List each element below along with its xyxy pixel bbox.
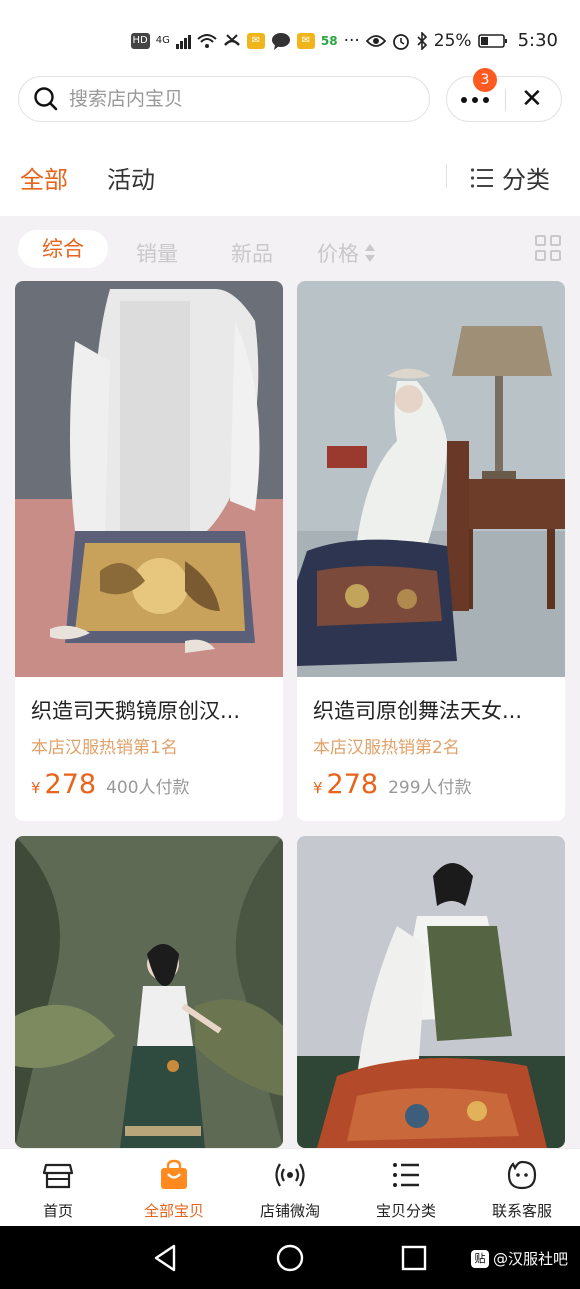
product-title[interactable]: 织造司天鹅镜原创汉... [31, 695, 271, 725]
top-tabs: 全部 活动 分类 [0, 130, 580, 216]
sort-arrows-icon [365, 244, 375, 262]
nav-customer-service-label: 联系客服 [491, 1202, 552, 1220]
search-icon [34, 87, 58, 111]
product-image[interactable] [15, 281, 283, 677]
watermark: 贴 @汉服社吧 [471, 1248, 568, 1269]
status-icons: HD 4G ✉ ✉ 58 ··· 25% 5:30 [130, 30, 558, 51]
nav-all-items[interactable]: 全部宝贝 [116, 1149, 232, 1227]
nav-home-label: 首页 [42, 1202, 73, 1220]
network-type: 4G [155, 35, 170, 46]
sort-filter-bar: 综合 销量 新品 价格 [0, 216, 580, 280]
nav-customer-service[interactable]: 联系客服 [464, 1149, 580, 1227]
grid-view-icon[interactable] [535, 235, 561, 261]
product-card[interactable]: 织造司原创舞法天女... 本店汉服热销第2名 ¥ 278 299人付款 [297, 281, 565, 821]
sort-price-label: 价格 [317, 242, 359, 266]
product-paid-count: 299人付款 [388, 778, 472, 798]
tab-all[interactable]: 全部 [20, 160, 68, 195]
eye-icon [365, 34, 386, 47]
status-bar: HD 4G ✉ ✉ 58 ··· 25% 5:30 [0, 0, 580, 68]
battery-icon [477, 33, 507, 48]
nav-store-feed-label: 店铺微淘 [259, 1202, 320, 1220]
product-price-row: ¥ 278 299人付款 [313, 769, 472, 800]
system-nav-bar: 贴 @汉服社吧 [0, 1226, 580, 1289]
search-input[interactable] [69, 88, 399, 110]
close-icon[interactable]: ✕ [521, 84, 543, 114]
ellipsis-icon: ··· [343, 30, 360, 51]
product-image[interactable] [297, 836, 565, 1148]
product-rank: 本店汉服热销第1名 [31, 738, 178, 758]
sort-overall[interactable]: 综合 [18, 230, 108, 268]
app-badge-58: 58 [320, 33, 338, 48]
wifi-icon [197, 33, 217, 48]
back-icon[interactable] [150, 1242, 182, 1274]
broadcast-icon [275, 1163, 305, 1187]
tab-divider [446, 164, 447, 188]
shopping-bag-icon [161, 1159, 187, 1189]
alarm-icon [392, 33, 409, 50]
nav-categories-label: 宝贝分类 [375, 1202, 436, 1220]
sort-price[interactable]: 价格 [317, 238, 376, 268]
product-price: 278 [44, 769, 97, 800]
tab-activity[interactable]: 活动 [107, 160, 155, 195]
product-rank: 本店汉服热销第2名 [313, 738, 460, 758]
clock: 5:30 [517, 30, 558, 51]
chat-icon [271, 32, 290, 50]
battery-percent: 25% [433, 30, 472, 51]
mail-icon: ✉ [246, 32, 265, 49]
search-box[interactable] [18, 76, 430, 122]
home-icon[interactable] [274, 1242, 306, 1274]
product-image[interactable] [15, 836, 283, 1148]
watermark-text: @汉服社吧 [493, 1250, 569, 1268]
list-icon [470, 167, 493, 188]
category-button[interactable]: 分类 [470, 160, 550, 195]
search-header: 3 ✕ [0, 68, 580, 130]
nav-categories[interactable]: 宝贝分类 [348, 1149, 464, 1227]
currency-symbol: ¥ [31, 779, 41, 797]
nav-home[interactable]: 首页 [0, 1149, 116, 1227]
mini-program-capsule: 3 ✕ [446, 68, 562, 122]
product-image[interactable] [297, 281, 565, 677]
list-icon [393, 1163, 419, 1187]
currency-symbol: ¥ [313, 779, 323, 797]
capsule-divider [505, 89, 506, 111]
product-title[interactable]: 织造司原创舞法天女... [313, 695, 553, 725]
sort-sales[interactable]: 销量 [136, 238, 178, 268]
product-price: 278 [326, 769, 379, 800]
category-label: 分类 [502, 166, 550, 194]
bluetooth-icon [417, 31, 427, 50]
shop-icon [42, 1163, 74, 1189]
product-card[interactable] [15, 836, 283, 1148]
notification-badge: 3 [473, 68, 497, 92]
mail-icon: ✉ [296, 32, 315, 49]
product-card[interactable] [297, 836, 565, 1148]
hd-icon: HD [130, 32, 150, 49]
tieba-logo-icon: 贴 [471, 1249, 489, 1268]
product-price-row: ¥ 278 400人付款 [31, 769, 190, 800]
product-card[interactable]: 织造司天鹅镜原创汉... 本店汉服热销第1名 ¥ 278 400人付款 [15, 281, 283, 821]
more-menu-icon[interactable] [461, 97, 489, 103]
missed-call-icon [223, 33, 240, 46]
nav-all-items-label: 全部宝贝 [143, 1202, 204, 1220]
signal-icon [175, 33, 191, 49]
bottom-nav: 首页 全部宝贝 店铺微淘 宝贝分类 联系客服 [0, 1148, 580, 1226]
sort-new[interactable]: 新品 [231, 238, 273, 268]
recents-icon[interactable] [398, 1242, 430, 1274]
nav-store-feed[interactable]: 店铺微淘 [232, 1149, 348, 1227]
chat-face-icon [507, 1160, 537, 1190]
product-paid-count: 400人付款 [106, 778, 190, 798]
